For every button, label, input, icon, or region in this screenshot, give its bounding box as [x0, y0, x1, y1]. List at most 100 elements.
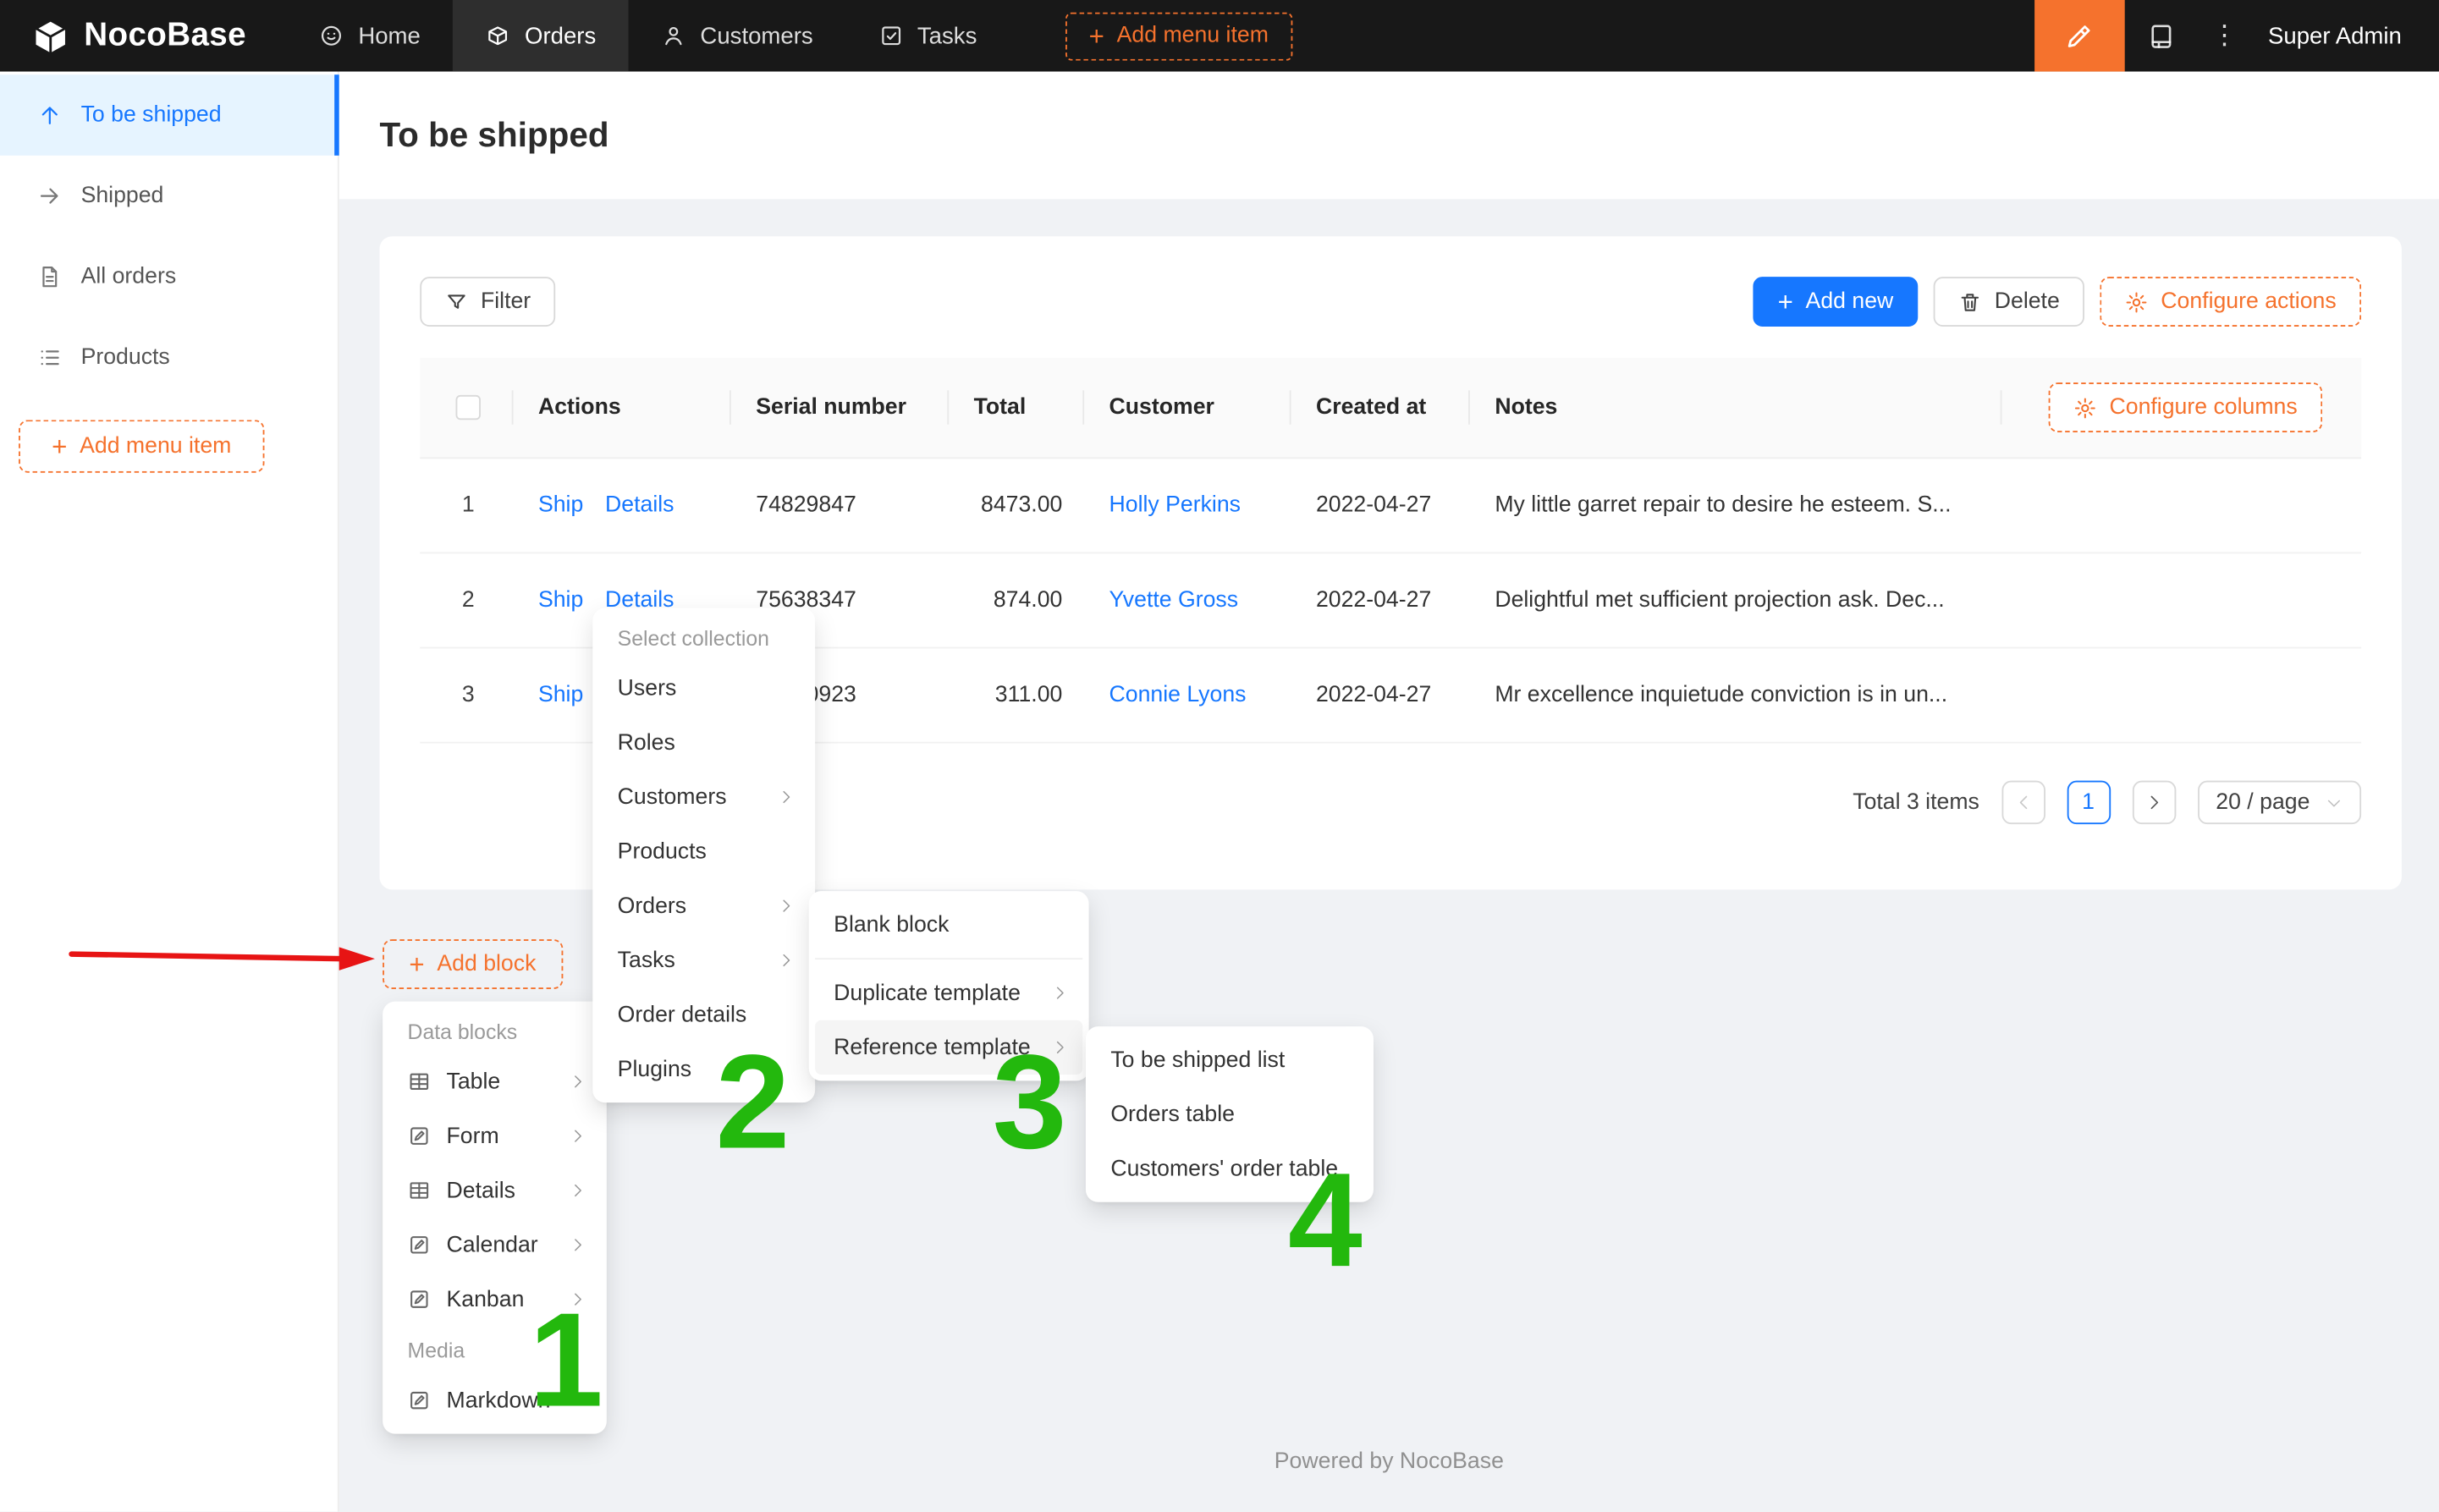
customer-link[interactable]: Connie Lyons [1109, 683, 1246, 707]
page-1-button[interactable]: 1 [2067, 781, 2110, 824]
menu-item-blank-block[interactable]: Blank block [815, 898, 1082, 952]
column-header-serial-number: Serial number [756, 395, 906, 420]
menu-item-to-be-shipped-list[interactable]: To be shipped list [1092, 1032, 1367, 1086]
kanban-icon [408, 1288, 432, 1311]
menu-item-orders[interactable]: Orders [599, 878, 809, 932]
customer-link[interactable]: Yvette Gross [1109, 588, 1238, 613]
menu-item-duplicate-template[interactable]: Duplicate template [815, 965, 1082, 1020]
details-link[interactable]: Details [605, 493, 674, 518]
configure-actions-label: Configure actions [2161, 289, 2336, 314]
sidebar-item-all-orders[interactable]: All orders [0, 236, 338, 317]
customer-link[interactable]: Holly Perkins [1109, 493, 1241, 518]
page-title: To be shipped [379, 115, 608, 156]
menu-item-form[interactable]: Form [389, 1108, 601, 1163]
chevron-right-icon [1051, 984, 1068, 1001]
docs-button[interactable] [2125, 0, 2197, 72]
add-new-button[interactable]: + Add new [1753, 277, 1919, 327]
customers-icon [661, 24, 685, 48]
configure-columns-button[interactable]: Configure columns [2049, 382, 2322, 432]
chevron-down-icon [2326, 794, 2343, 811]
step-badge-2: 2 [715, 1036, 790, 1169]
plus-icon: + [52, 433, 67, 459]
prev-page-button[interactable] [2001, 781, 2045, 824]
filter-button[interactable]: Filter [420, 277, 555, 327]
menu-item-label: Blank block [834, 912, 949, 937]
file-icon [37, 264, 62, 289]
menu-item-calendar[interactable]: Calendar [389, 1218, 601, 1272]
page-size-select[interactable]: 20 / page [2197, 781, 2361, 824]
ui-editor-button[interactable] [2034, 0, 2125, 72]
table-icon [408, 1070, 432, 1094]
tasks-icon [878, 24, 903, 48]
add-menu-item-label: Add menu item [1117, 24, 1269, 48]
menu-item-table[interactable]: Table [389, 1054, 601, 1108]
add-menu-item-button-top[interactable]: + Add menu item [1065, 12, 1291, 60]
next-page-button[interactable] [2132, 781, 2175, 824]
nocobase-logo[interactable]: NocoBase [0, 16, 287, 55]
ship-link[interactable]: Ship [538, 493, 583, 518]
add-block-button[interactable]: + Add block [383, 939, 563, 989]
sidebar-item-to-be-shipped[interactable]: To be shipped [0, 74, 338, 156]
step-badge-3: 3 [993, 1036, 1067, 1169]
table-row: 1 Ship Details 74829847 8473.00 Holly Pe… [420, 459, 2361, 553]
navbar-right: ⋮ Super Admin [2034, 0, 2439, 72]
top-menu: Home Orders Customers Tasks [287, 0, 1010, 72]
more-menu-button[interactable]: ⋮ [2196, 20, 2252, 52]
nav-item-label: Home [358, 23, 421, 49]
menu-item-details[interactable]: Details [389, 1163, 601, 1218]
menu-item-label: Customers [618, 784, 727, 809]
row-index: 1 [420, 493, 513, 518]
ship-link[interactable]: Ship [538, 588, 583, 613]
menu-item-tasks[interactable]: Tasks [599, 933, 809, 987]
chevron-right-icon [778, 898, 795, 915]
menu-item-label: Kanban [447, 1287, 525, 1311]
chevron-right-icon [570, 1128, 586, 1145]
configure-actions-button[interactable]: Configure actions [2100, 277, 2361, 327]
select-all-checkbox[interactable] [456, 395, 481, 420]
chevron-right-icon [570, 1182, 586, 1199]
menu-item-customers[interactable]: Customers [599, 770, 809, 824]
menu-item-orders-table[interactable]: Orders table [1092, 1087, 1367, 1141]
nav-item-home[interactable]: Home [287, 0, 454, 72]
brand-name: NocoBase [84, 17, 246, 54]
plus-icon: + [1089, 23, 1104, 49]
menu-item-label: Users [618, 676, 677, 701]
toolbar-right: + Add new Delete Configure actions [1753, 277, 2361, 327]
sidebar-item-shipped[interactable]: Shipped [0, 156, 338, 237]
nav-item-tasks[interactable]: Tasks [845, 0, 1010, 72]
nav-item-orders[interactable]: Orders [453, 0, 628, 72]
arrow-right-icon [37, 184, 62, 208]
notes-cell: Mr excellence inquietude conviction is i… [1470, 683, 2361, 707]
ellipsis-icon: ⋮ [2211, 20, 2238, 50]
list-icon [37, 345, 62, 370]
plus-icon: + [1778, 289, 1793, 315]
step-badge-1: 1 [529, 1294, 603, 1427]
menu-item-roles[interactable]: Roles [599, 715, 809, 769]
delete-label: Delete [1995, 289, 2060, 314]
top-navbar: NocoBase Home Orders Customers Tasks + A… [0, 0, 2439, 72]
user-menu[interactable]: Super Admin [2253, 23, 2439, 49]
arrow-up-icon [37, 102, 62, 127]
nav-item-customers[interactable]: Customers [629, 0, 845, 72]
chevron-right-icon [778, 789, 795, 805]
menu-item-label: Orders table [1110, 1102, 1235, 1126]
page-header: To be shipped [339, 72, 2439, 200]
menu-item-products[interactable]: Products [599, 824, 809, 878]
form-icon [408, 1124, 432, 1148]
notes-cell: Delightful met sufficient projection ask… [1470, 588, 2361, 613]
menu-item-label: Details [447, 1178, 515, 1202]
column-header-notes: Notes [1495, 395, 1557, 420]
ship-link[interactable]: Ship [538, 683, 583, 707]
menu-item-label: Order details [618, 1003, 747, 1027]
chevron-right-icon [570, 1236, 586, 1253]
sidebar-item-products[interactable]: Products [0, 317, 338, 399]
menu-item-users[interactable]: Users [599, 661, 809, 715]
page-size-value: 20 / page [2216, 790, 2310, 815]
delete-button[interactable]: Delete [1934, 277, 2084, 327]
menu-item-label: Tasks [618, 948, 675, 972]
home-icon [319, 24, 344, 48]
cube-logo-icon [31, 16, 70, 55]
pen-icon [2064, 20, 2095, 52]
add-menu-item-button-sidebar[interactable]: + Add menu item [19, 420, 264, 472]
serial-number-cell: 74829847 [731, 493, 949, 518]
